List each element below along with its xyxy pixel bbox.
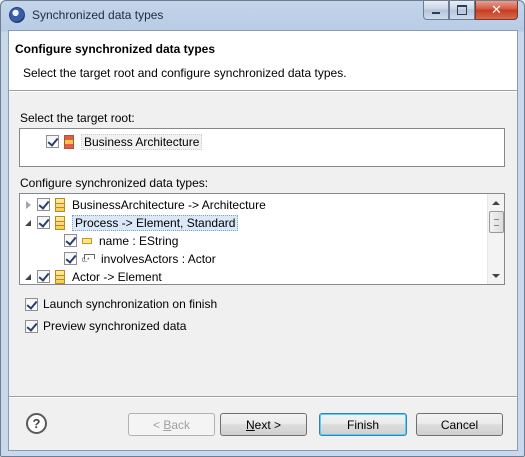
close-icon[interactable]: ✕ (475, 1, 518, 20)
target-root-label: Select the target root: (20, 111, 135, 125)
dialog-client-area: Configure synchronized data types Select… (8, 30, 518, 451)
launch-sync-option[interactable]: Launch synchronization on finish (25, 297, 217, 311)
wizard-header: Configure synchronized data types Select… (9, 31, 517, 90)
scroll-up-icon[interactable] (488, 194, 504, 211)
checkbox-icon[interactable] (37, 270, 50, 283)
title-bar[interactable]: Synchronized data types ✕ (1, 1, 524, 30)
tree-row[interactable]: BusinessArchitecture -> Architecture (23, 196, 266, 213)
vertical-scrollbar[interactable] (487, 194, 504, 284)
checkbox-icon[interactable] (25, 297, 38, 311)
collapse-icon[interactable] (23, 272, 33, 282)
tree-row[interactable]: Actor -> Element (23, 268, 162, 285)
eclipse-app-icon (9, 7, 25, 23)
class-icon (55, 269, 65, 284)
cancel-button[interactable]: Cancel (416, 413, 503, 436)
back-button[interactable]: < Back (128, 413, 215, 436)
preview-option[interactable]: Preview synchronized data (25, 319, 186, 333)
maximize-icon[interactable] (449, 1, 475, 20)
scroll-thumb[interactable] (489, 211, 504, 233)
collapse-icon[interactable] (23, 218, 33, 228)
footer-separator (9, 396, 517, 398)
scroll-down-icon[interactable] (488, 267, 504, 284)
back-prefix: < (152, 417, 164, 432)
window-title: Synchronized data types (32, 8, 164, 22)
launch-sync-label: Launch synchronization on finish (43, 297, 218, 311)
checkbox-icon[interactable] (37, 216, 50, 229)
back-mnemonic: B (163, 417, 172, 432)
tree-row-label: name : EString (99, 233, 179, 248)
window-controls: ✕ (423, 1, 518, 21)
tree-row[interactable]: involvesActors : Actor (64, 250, 216, 267)
finish-button[interactable]: Finish (319, 413, 407, 436)
types-label: Configure synchronized data types: (20, 176, 209, 190)
tree-row[interactable]: Process -> Element, Standard (23, 214, 239, 231)
minimize-icon[interactable] (423, 1, 449, 20)
dialog-window: Synchronized data types ✕ Configure sync… (0, 0, 525, 457)
tree-row-label: involvesActors : Actor (101, 251, 216, 266)
checkbox-icon[interactable] (64, 234, 77, 247)
attribute-icon (82, 237, 92, 244)
tree-row-label: BusinessArchitecture -> Architecture (72, 197, 266, 212)
target-root-item[interactable]: Business Architecture (46, 133, 203, 150)
next-mnemonic: N (245, 417, 255, 432)
page-title: Configure synchronized data types (15, 42, 216, 56)
tree-row-label: Process -> Element, Standard (72, 214, 239, 231)
help-icon[interactable]: ? (26, 413, 47, 434)
reference-icon (82, 252, 96, 266)
class-icon (55, 215, 65, 230)
package-icon (64, 134, 74, 149)
preview-label: Preview synchronized data (43, 319, 187, 333)
checkbox-icon[interactable] (37, 198, 50, 211)
header-separator (9, 90, 517, 92)
target-root-tree[interactable]: Business Architecture (19, 128, 505, 167)
expand-icon[interactable] (23, 200, 33, 210)
checkbox-icon[interactable] (25, 319, 38, 333)
tree-row[interactable]: name : EString (64, 232, 178, 249)
tree-row-label: Actor -> Element (72, 269, 162, 284)
class-icon (55, 197, 65, 212)
target-root-item-label: Business Architecture (81, 133, 203, 150)
types-tree[interactable]: BusinessArchitecture -> Architecture Pro… (19, 193, 505, 285)
checkbox-icon[interactable] (46, 135, 59, 148)
checkbox-icon[interactable] (64, 252, 77, 265)
back-rest: ack (171, 417, 191, 432)
next-button[interactable]: Next > (220, 413, 307, 436)
next-rest: ext > (254, 417, 282, 432)
page-description: Select the target root and configure syn… (23, 66, 347, 80)
